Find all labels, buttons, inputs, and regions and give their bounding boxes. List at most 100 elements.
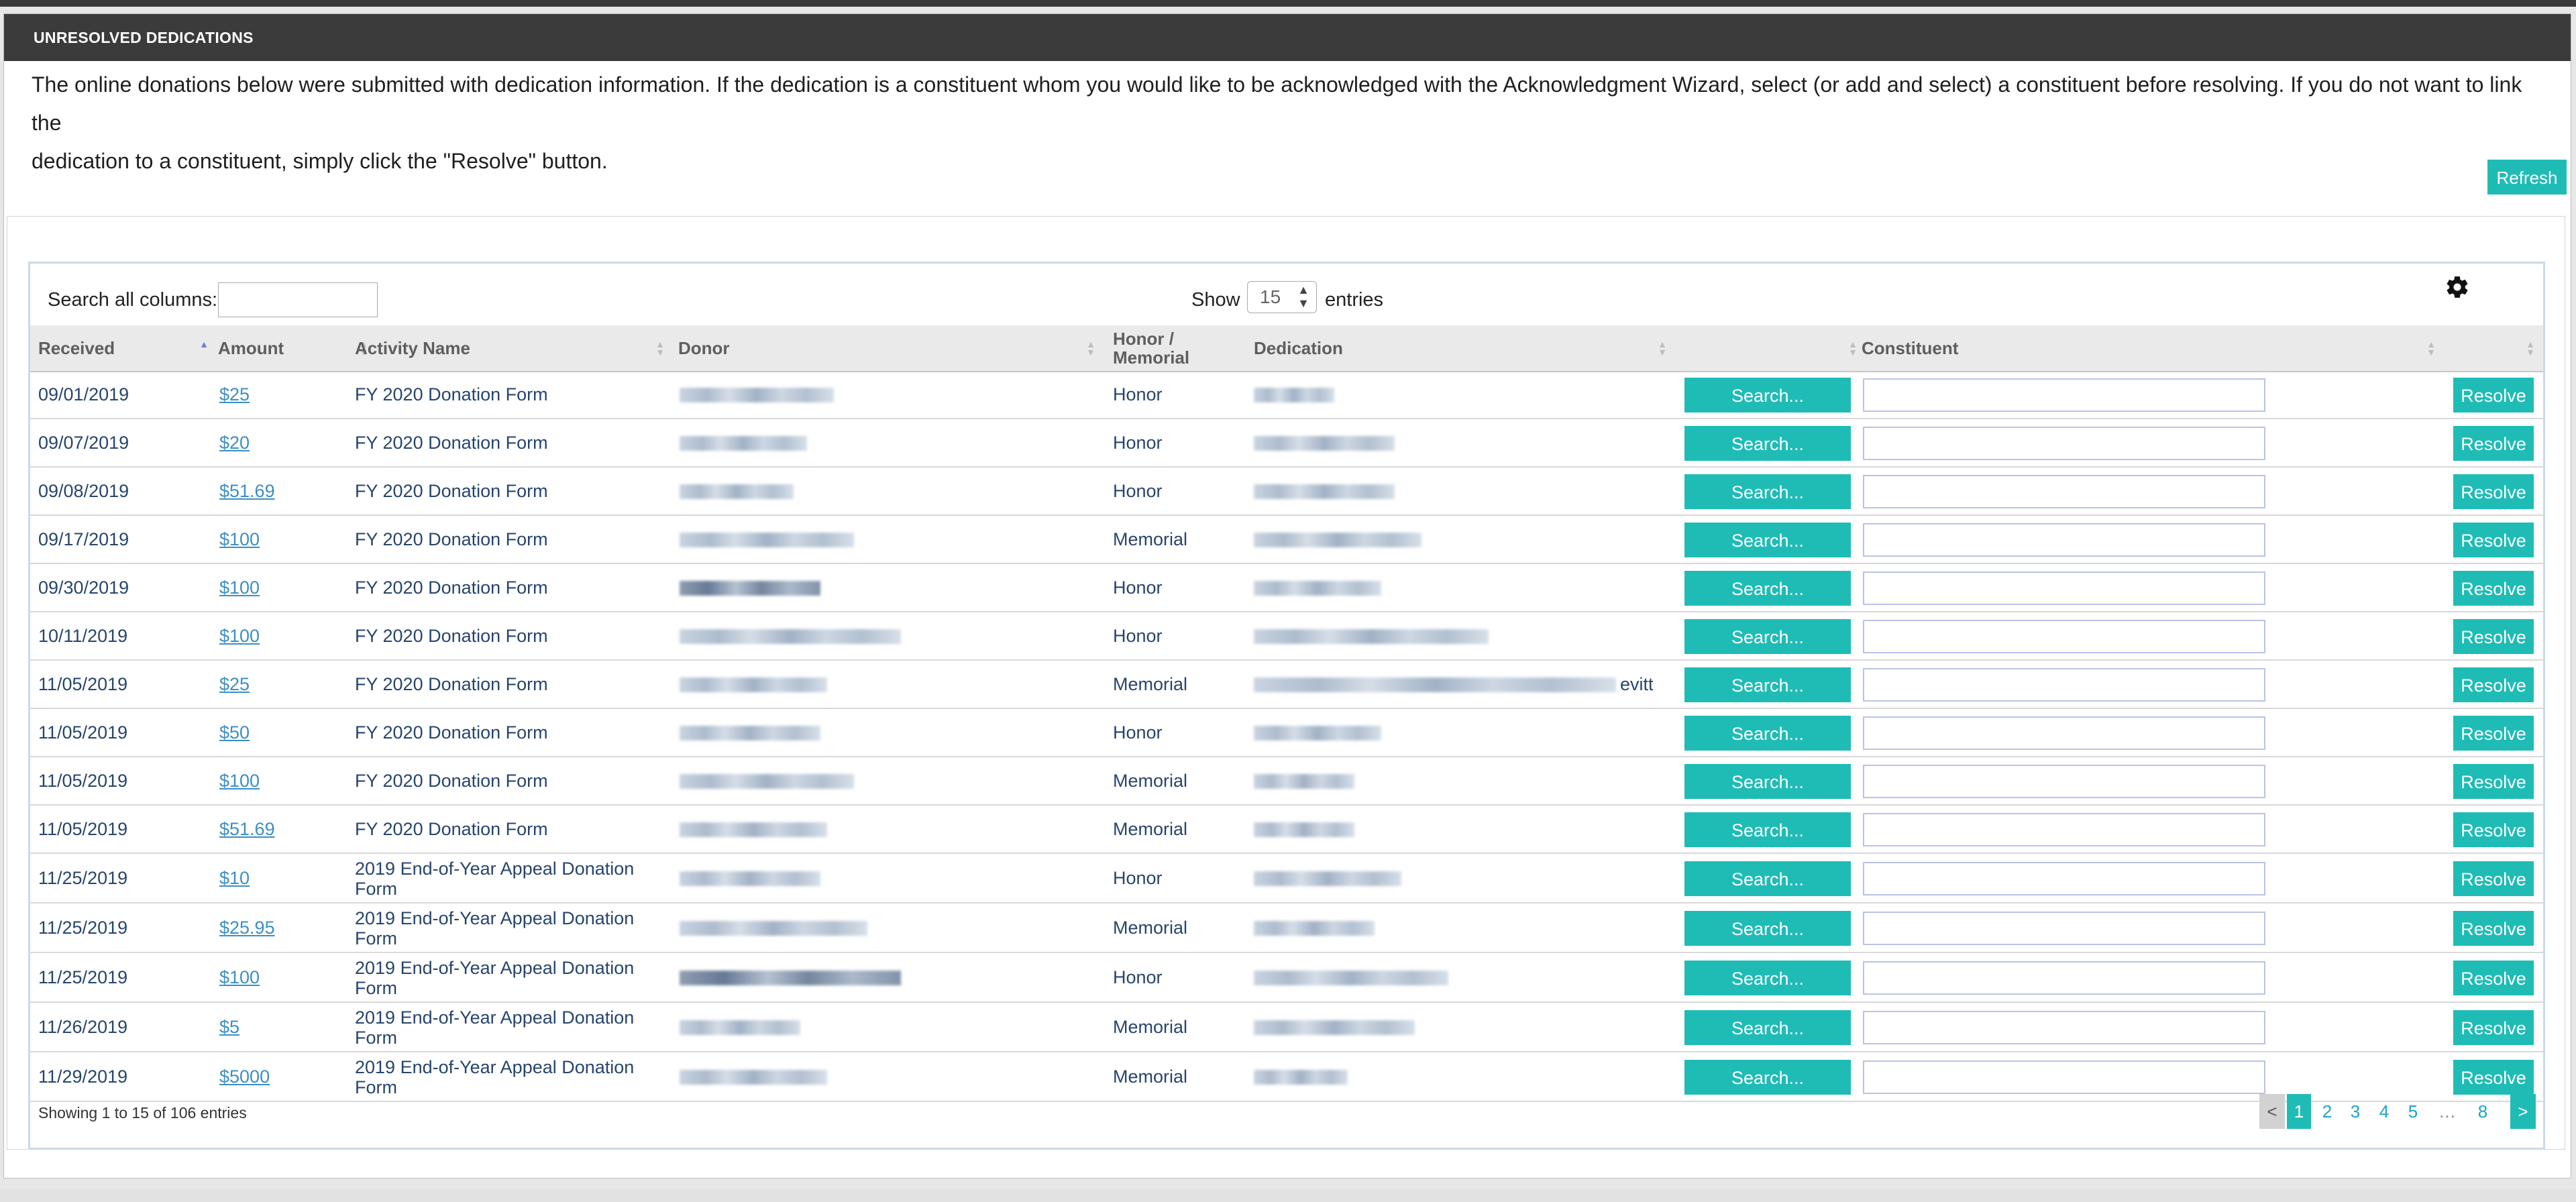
amount-link[interactable]: $5000	[219, 1067, 270, 1087]
col-received[interactable]: Received ▲	[38, 325, 213, 371]
page-button-3[interactable]: 3	[2342, 1094, 2369, 1129]
search-input[interactable]	[218, 282, 378, 317]
col-activity[interactable]: Activity Name ▲ ▼	[355, 325, 669, 371]
amount-link[interactable]: $100	[219, 529, 260, 550]
resolve-button[interactable]: Resolve	[2453, 571, 2534, 606]
page-length-select[interactable]: 15 ▲ ▼	[1247, 281, 1317, 313]
resolve-button[interactable]: Resolve	[2453, 812, 2534, 847]
search-constituent-button[interactable]: Search...	[1684, 571, 1851, 606]
page-button-4[interactable]: 4	[2371, 1094, 2398, 1129]
amount-link[interactable]: $50	[219, 722, 250, 743]
search-constituent-button[interactable]: Search...	[1684, 523, 1851, 557]
resolve-button[interactable]: Resolve	[2453, 1060, 2534, 1095]
search-constituent-button[interactable]: Search...	[1684, 378, 1851, 413]
amount-link[interactable]: $5	[219, 1017, 239, 1038]
amount-link[interactable]: $100	[219, 771, 260, 791]
activity-name: FY 2020 Donation Form	[355, 433, 548, 453]
col-dedication[interactable]: Dedication ▲ ▼	[1254, 325, 1671, 371]
donor-name-redacted[interactable]	[680, 774, 854, 789]
constituent-field[interactable]	[1863, 912, 2265, 945]
col-resolve-action[interactable]: ▲ ▼	[2445, 325, 2539, 371]
constituent-field[interactable]	[1863, 961, 2265, 995]
page-button-2[interactable]: 2	[2314, 1094, 2341, 1129]
activity-name: 2019 End-of-Year Appeal Donation Form	[355, 1007, 635, 1048]
col-search-action[interactable]: ▲ ▼	[1680, 325, 1862, 371]
amount-link[interactable]: $100	[219, 967, 260, 988]
search-constituent-button[interactable]: Search...	[1684, 764, 1851, 799]
donor-name-redacted[interactable]	[680, 484, 794, 499]
page-button-5[interactable]: 5	[2400, 1094, 2426, 1129]
donor-name-redacted[interactable]	[680, 1070, 827, 1085]
amount-link[interactable]: $100	[219, 626, 260, 647]
search-constituent-button[interactable]: Search...	[1684, 667, 1851, 702]
amount-link[interactable]: $25.95	[219, 918, 275, 938]
donor-name-redacted[interactable]	[680, 822, 827, 837]
refresh-button[interactable]: Refresh	[2487, 160, 2567, 195]
amount-link[interactable]: $25	[219, 674, 250, 695]
donor-name-redacted[interactable]	[680, 871, 820, 886]
constituent-field[interactable]	[1863, 475, 2265, 508]
resolve-button[interactable]: Resolve	[2453, 716, 2534, 751]
donor-name-redacted[interactable]	[680, 971, 901, 985]
amount-link[interactable]: $51.69	[219, 819, 275, 840]
constituent-field[interactable]	[1863, 1011, 2265, 1044]
search-constituent-button[interactable]: Search...	[1684, 426, 1851, 461]
donor-name-redacted[interactable]	[680, 388, 834, 402]
search-constituent-button[interactable]: Search...	[1684, 961, 1851, 995]
amount-link[interactable]: $10	[219, 868, 250, 889]
donor-name-redacted[interactable]	[680, 921, 867, 936]
constituent-field[interactable]	[1863, 862, 2265, 895]
resolve-button[interactable]: Resolve	[2453, 474, 2534, 509]
resolve-button[interactable]: Resolve	[2453, 861, 2534, 896]
honor-memorial: Honor	[1113, 967, 1163, 987]
next-page-button[interactable]: >	[2510, 1094, 2536, 1129]
amount-link[interactable]: $51.69	[219, 481, 275, 502]
resolve-button[interactable]: Resolve	[2453, 1010, 2534, 1045]
amount-link[interactable]: $100	[219, 578, 260, 598]
col-donor[interactable]: Donor ▲ ▼	[678, 325, 1099, 371]
donor-name-redacted[interactable]	[680, 726, 820, 741]
search-constituent-button[interactable]: Search...	[1684, 716, 1851, 751]
constituent-field[interactable]	[1863, 813, 2265, 846]
prev-page-button[interactable]: <	[2259, 1094, 2285, 1129]
constituent-field[interactable]	[1863, 1060, 2265, 1094]
donor-name-redacted[interactable]	[680, 436, 807, 451]
constituent-field[interactable]	[1863, 571, 2265, 605]
constituent-field[interactable]	[1863, 765, 2265, 798]
donor-name-redacted[interactable]	[680, 581, 820, 596]
search-constituent-button[interactable]: Search...	[1684, 474, 1851, 509]
col-amount[interactable]: Amount ▲ ▼	[218, 325, 372, 371]
resolve-button[interactable]: Resolve	[2453, 764, 2534, 799]
resolve-button[interactable]: Resolve	[2453, 667, 2534, 702]
page-button-8[interactable]: 8	[2469, 1094, 2496, 1129]
resolve-button[interactable]: Resolve	[2453, 619, 2534, 654]
search-constituent-button[interactable]: Search...	[1684, 1010, 1851, 1045]
amount-link[interactable]: $20	[219, 433, 250, 453]
donor-name-redacted[interactable]	[680, 629, 901, 644]
gear-icon[interactable]	[2445, 274, 2470, 300]
constituent-field[interactable]	[1863, 716, 2265, 750]
col-constituent-label: Constituent	[1862, 337, 1959, 358]
search-constituent-button[interactable]: Search...	[1684, 911, 1851, 946]
search-constituent-button[interactable]: Search...	[1684, 1060, 1851, 1095]
resolve-button[interactable]: Resolve	[2453, 961, 2534, 995]
resolve-button[interactable]: Resolve	[2453, 426, 2534, 461]
constituent-field[interactable]	[1863, 523, 2265, 557]
resolve-button[interactable]: Resolve	[2453, 523, 2534, 557]
search-constituent-button[interactable]: Search...	[1684, 812, 1851, 847]
donor-name-redacted[interactable]	[680, 677, 827, 692]
constituent-field[interactable]	[1863, 620, 2265, 653]
donor-name-redacted[interactable]	[680, 533, 854, 547]
col-constituent[interactable]: Constituent ▲ ▼	[1862, 325, 2440, 371]
donor-name-redacted[interactable]	[680, 1020, 800, 1035]
constituent-field[interactable]	[1863, 378, 2265, 412]
amount-link[interactable]: $25	[219, 384, 250, 405]
search-constituent-button[interactable]: Search...	[1684, 861, 1851, 896]
page-button-1[interactable]: 1	[2287, 1094, 2311, 1129]
constituent-field[interactable]	[1863, 427, 2265, 460]
resolve-button[interactable]: Resolve	[2453, 911, 2534, 946]
resolve-button[interactable]: Resolve	[2453, 378, 2534, 413]
constituent-field[interactable]	[1863, 668, 2265, 702]
col-honor-memorial[interactable]: Honor / Memorial	[1113, 325, 1247, 371]
search-constituent-button[interactable]: Search...	[1684, 619, 1851, 654]
